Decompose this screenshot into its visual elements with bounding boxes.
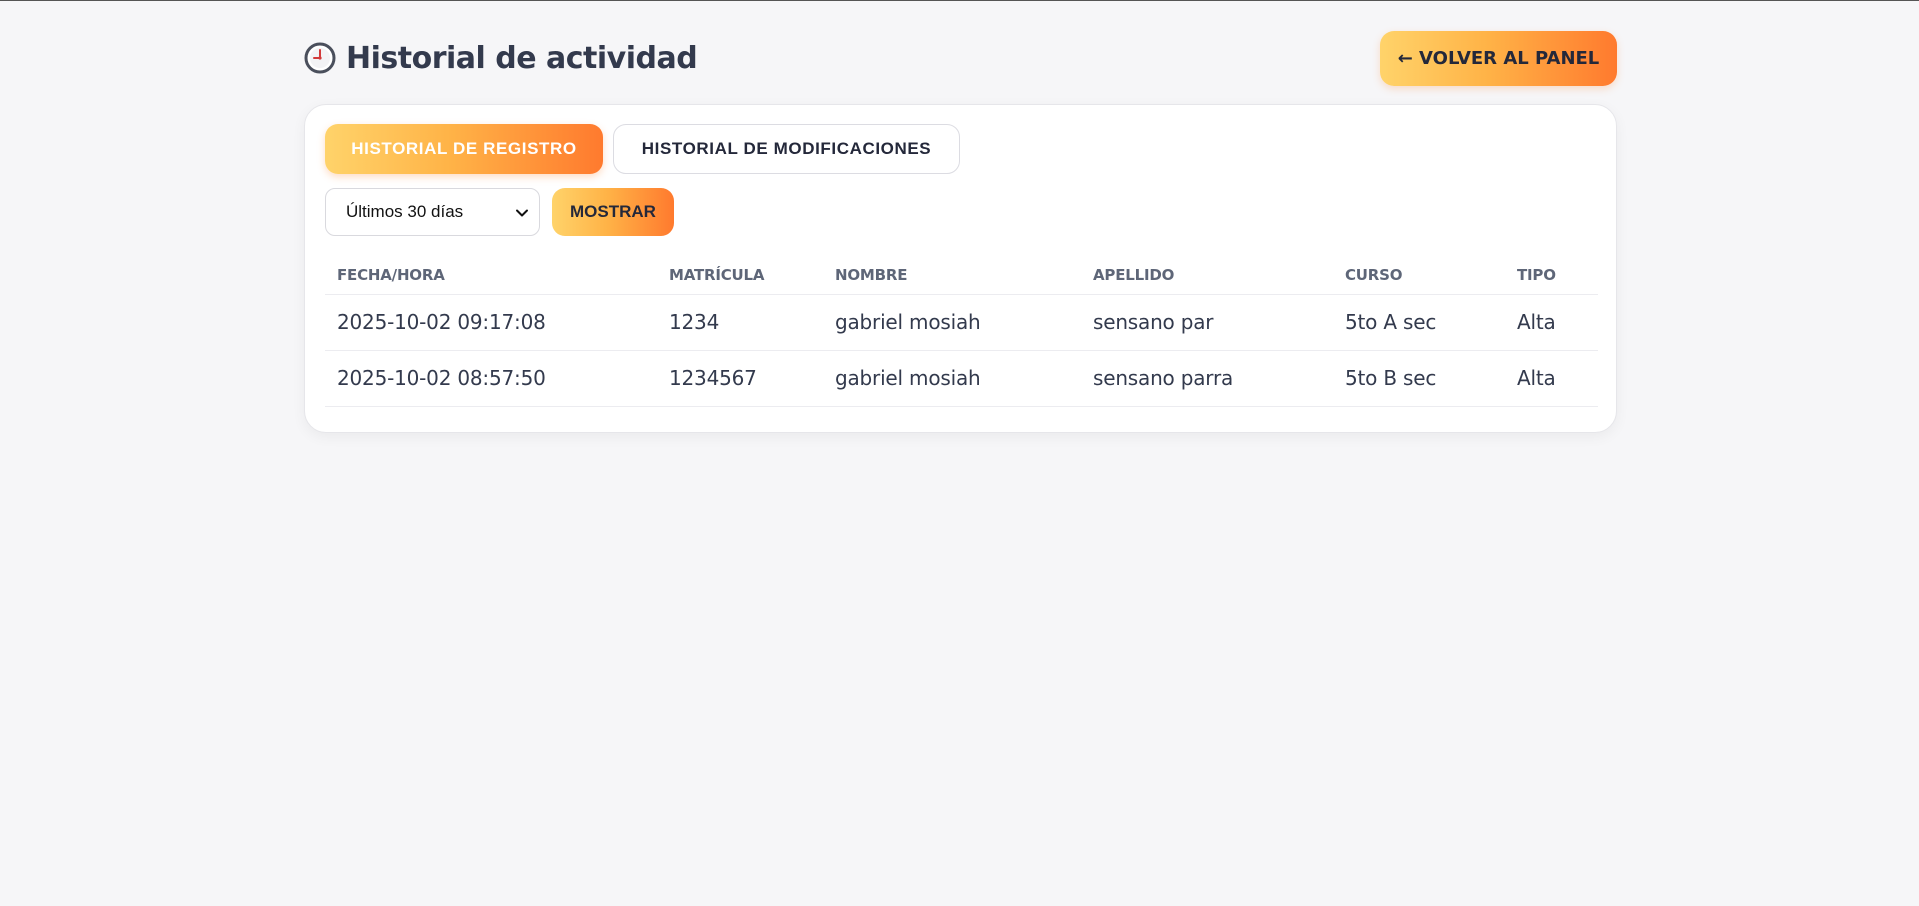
cell-matricula: 1234567 bbox=[657, 350, 823, 407]
page-container: Historial de actividad ← VOLVER AL PANEL… bbox=[304, 30, 1617, 433]
history-table: FECHA/HORA MATRÍCULA NOMBRE APELLIDO CUR… bbox=[325, 256, 1598, 407]
tab-bar: HISTORIAL DE REGISTRO HISTORIAL DE MODIF… bbox=[325, 124, 1596, 174]
back-to-panel-button[interactable]: ← VOLVER AL PANEL bbox=[1380, 30, 1617, 86]
cell-tipo: Alta bbox=[1505, 294, 1598, 351]
page-title: Historial de actividad bbox=[346, 40, 698, 76]
column-header-curso: CURSO bbox=[1333, 256, 1505, 295]
column-header-tipo: TIPO bbox=[1505, 256, 1598, 295]
column-header-fecha: FECHA/HORA bbox=[325, 256, 657, 295]
cell-fecha: 2025-10-02 08:57:50 bbox=[325, 350, 657, 407]
cell-apellido: sensano par bbox=[1081, 294, 1333, 351]
cell-tipo: Alta bbox=[1505, 350, 1598, 407]
table-header-row: FECHA/HORA MATRÍCULA NOMBRE APELLIDO CUR… bbox=[325, 256, 1598, 295]
date-range-value: Últimos 30 días bbox=[346, 202, 464, 221]
cell-fecha: 2025-10-02 09:17:08 bbox=[325, 294, 657, 351]
date-range-select[interactable]: Últimos 30 días bbox=[325, 188, 540, 236]
cell-nombre: gabriel mosiah bbox=[823, 350, 1081, 407]
chevron-down-icon bbox=[515, 205, 529, 219]
cell-apellido: sensano parra bbox=[1081, 350, 1333, 407]
cell-matricula: 1234 bbox=[657, 294, 823, 351]
column-header-apellido: APELLIDO bbox=[1081, 256, 1333, 295]
filter-row: Últimos 30 días MOSTRAR bbox=[325, 188, 1596, 236]
title-group: Historial de actividad bbox=[304, 40, 698, 76]
show-button[interactable]: MOSTRAR bbox=[552, 188, 674, 236]
column-header-matricula: MATRÍCULA bbox=[657, 256, 823, 295]
table-row: 2025-10-02 08:57:50 1234567 gabriel mosi… bbox=[325, 350, 1598, 407]
window-top-border bbox=[0, 0, 1919, 1]
tab-modificaciones[interactable]: HISTORIAL DE MODIFICACIONES bbox=[613, 124, 960, 174]
cell-curso: 5to A sec bbox=[1333, 294, 1505, 351]
history-card: HISTORIAL DE REGISTRO HISTORIAL DE MODIF… bbox=[304, 104, 1617, 433]
column-header-nombre: NOMBRE bbox=[823, 256, 1081, 295]
page-header: Historial de actividad ← VOLVER AL PANEL bbox=[304, 30, 1617, 86]
cell-nombre: gabriel mosiah bbox=[823, 294, 1081, 351]
tab-registro[interactable]: HISTORIAL DE REGISTRO bbox=[325, 124, 603, 174]
table-row: 2025-10-02 09:17:08 1234 gabriel mosiah … bbox=[325, 294, 1598, 351]
clock-icon bbox=[304, 42, 336, 74]
cell-curso: 5to B sec bbox=[1333, 350, 1505, 407]
